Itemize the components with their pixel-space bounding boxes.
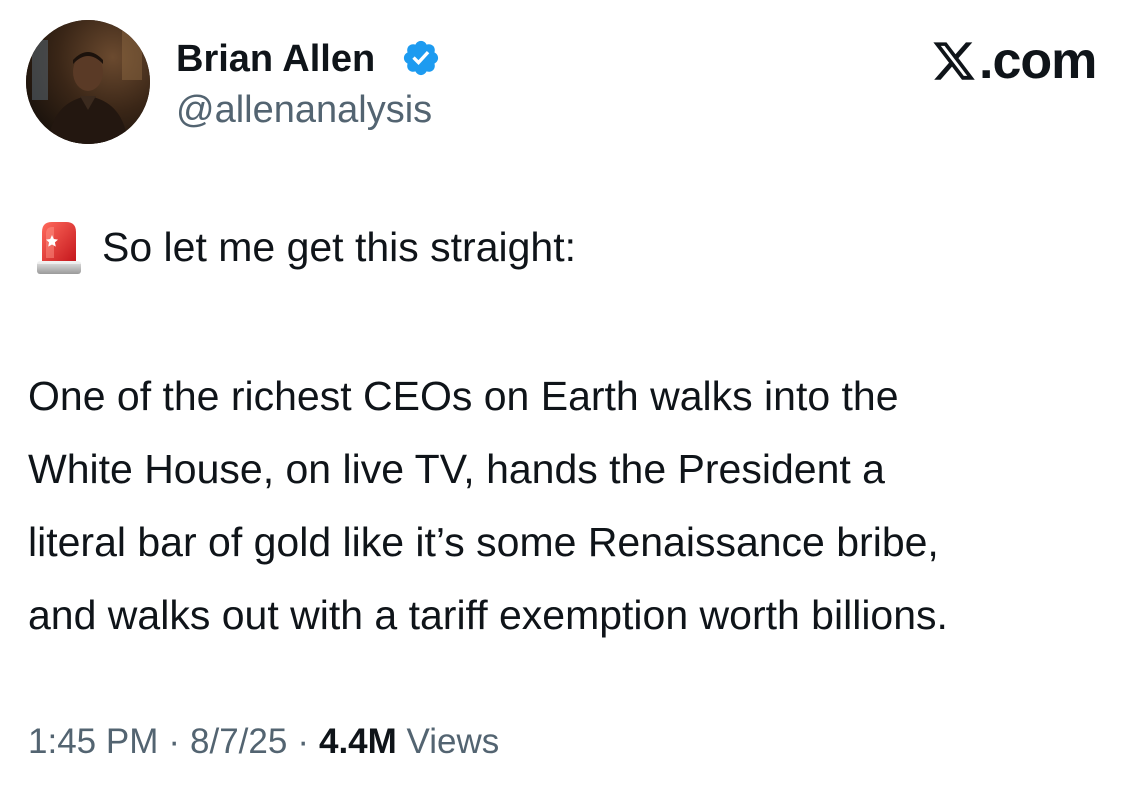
tweet-date[interactable]: 8/7/25 xyxy=(190,722,287,761)
tweet-body-line: literal bar of gold like it’s some Renai… xyxy=(28,519,939,565)
tweet-time[interactable]: 1:45 PM xyxy=(28,722,158,761)
views-label: Views xyxy=(406,722,500,761)
tweet-body-line: One of the richest CEOs on Earth walks i… xyxy=(28,373,899,419)
tweet-body: One of the richest CEOs on Earth walks i… xyxy=(28,360,1142,652)
views-count[interactable]: 4.4M xyxy=(319,722,397,761)
meta-separator: · xyxy=(168,722,181,761)
meta-separator: · xyxy=(297,722,309,761)
tweet-intro-text: So let me get this straight: xyxy=(102,224,577,270)
author-handle[interactable]: @allenanalysis xyxy=(176,88,432,132)
tweet-meta: 1:45 PM · 8/7/25 · 4.4M Views xyxy=(28,720,499,764)
profile-photo xyxy=(26,20,150,144)
verified-badge-icon xyxy=(403,40,439,76)
police-siren-emoji xyxy=(37,222,81,274)
tweet-body-line: and walks out with a tariff exemption wo… xyxy=(28,592,948,638)
x-logo-icon xyxy=(933,42,975,80)
brand-watermark: .com xyxy=(931,32,1097,90)
author-avatar[interactable] xyxy=(26,20,150,144)
author-display-name[interactable]: Brian Allen xyxy=(176,36,375,82)
brand-domain-label: .com xyxy=(979,32,1097,90)
tweet-body-line: White House, on live TV, hands the Presi… xyxy=(28,446,885,492)
